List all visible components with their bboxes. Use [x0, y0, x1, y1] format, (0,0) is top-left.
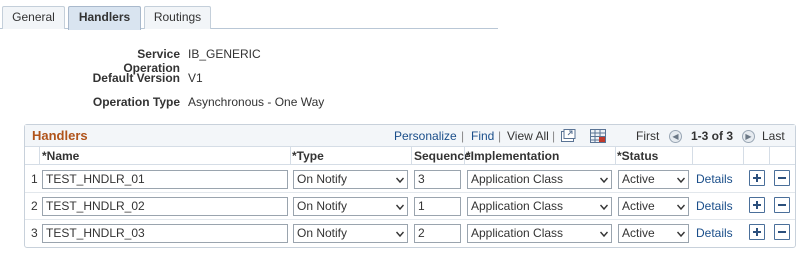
add-row-icon[interactable] — [749, 224, 765, 240]
chevron-down-icon — [600, 231, 608, 238]
details-link[interactable]: Details — [696, 172, 733, 186]
details-link[interactable]: Details — [696, 199, 733, 213]
find-link[interactable]: Find — [471, 129, 494, 143]
implementation-select-value: Application Class — [471, 199, 564, 213]
download-excel-icon[interactable] — [590, 129, 606, 143]
type-select[interactable]: On Notify — [293, 170, 408, 189]
chevron-down-icon — [677, 204, 685, 211]
row-number: 1 — [31, 172, 38, 186]
chevron-down-icon — [600, 177, 608, 184]
operation-type-value: Asynchronous - One Way — [188, 95, 325, 109]
separator: | — [552, 129, 556, 143]
tab-routings[interactable]: Routings — [144, 6, 211, 29]
chevron-down-icon — [396, 231, 404, 238]
chevron-down-icon — [600, 204, 608, 211]
col-header-status[interactable]: *Status — [617, 149, 658, 163]
prev-page-icon[interactable]: ◀ — [669, 130, 682, 143]
first-label: First — [636, 129, 660, 143]
col-header-name[interactable]: *Name — [42, 149, 79, 163]
status-select-value: Active — [622, 172, 655, 186]
page-range: 1-3 of 3 — [691, 129, 734, 143]
separator: | — [498, 129, 502, 143]
last-label: Last — [762, 129, 785, 143]
grid-title: Handlers — [32, 128, 88, 143]
default-version-value: V1 — [188, 71, 203, 85]
handler-name-input[interactable]: TEST_HNDLR_02 — [42, 197, 288, 216]
separator: | — [461, 129, 465, 143]
personalize-link[interactable]: Personalize — [394, 129, 457, 143]
sequence-input[interactable]: 1 — [414, 197, 461, 216]
implementation-select[interactable]: Application Class — [467, 197, 612, 216]
type-select-value: On Notify — [297, 226, 348, 240]
status-select[interactable]: Active — [618, 224, 689, 243]
add-row-icon[interactable] — [749, 197, 765, 213]
chevron-down-icon — [396, 177, 404, 184]
row-number: 3 — [31, 226, 38, 240]
chevron-down-icon — [677, 177, 685, 184]
row-number: 2 — [31, 199, 38, 213]
chevron-down-icon — [677, 231, 685, 238]
grid-toolbar: Handlers Personalize | Find | View All | — [25, 125, 795, 147]
tab-handlers[interactable]: Handlers — [68, 6, 141, 30]
type-select-value: On Notify — [297, 199, 348, 213]
sequence-input[interactable]: 3 — [414, 170, 461, 189]
delete-row-icon[interactable] — [774, 224, 790, 240]
default-version-label: Default Version — [92, 71, 180, 85]
implementation-select[interactable]: Application Class — [467, 224, 612, 243]
sequence-input[interactable]: 2 — [414, 224, 461, 243]
add-row-icon[interactable] — [749, 170, 765, 186]
implementation-select-value: Application Class — [471, 172, 564, 186]
chevron-down-icon — [396, 204, 404, 211]
type-select[interactable]: On Notify — [293, 224, 408, 243]
status-select-value: Active — [622, 199, 655, 213]
zoom-grid-icon[interactable] — [560, 129, 576, 143]
next-page-icon[interactable]: ▶ — [742, 130, 755, 143]
col-header-type[interactable]: *Type — [292, 149, 324, 163]
col-header-sequence[interactable]: Sequence — [414, 149, 471, 163]
tab-bar: General Handlers Routings — [0, 6, 498, 30]
type-select[interactable]: On Notify — [293, 197, 408, 216]
tab-general[interactable]: General — [2, 6, 65, 29]
view-all-link[interactable]: View All — [507, 129, 549, 143]
type-select-value: On Notify — [297, 172, 348, 186]
col-header-implementation[interactable]: *Implementation — [466, 149, 559, 163]
implementation-select[interactable]: Application Class — [467, 170, 612, 189]
delete-row-icon[interactable] — [774, 170, 790, 186]
implementation-select-value: Application Class — [471, 226, 564, 240]
handlers-grid: Handlers Personalize | Find | View All | — [24, 124, 796, 248]
delete-row-icon[interactable] — [774, 197, 790, 213]
status-select-value: Active — [622, 226, 655, 240]
column-header-row — [25, 147, 795, 165]
operation-type-label: Operation Type — [92, 95, 180, 109]
handler-name-input[interactable]: TEST_HNDLR_03 — [42, 224, 288, 243]
status-select[interactable]: Active — [618, 197, 689, 216]
handler-name-input[interactable]: TEST_HNDLR_01 — [42, 170, 288, 189]
status-select[interactable]: Active — [618, 170, 689, 189]
service-operation-value: IB_GENERIC — [188, 47, 261, 61]
details-link[interactable]: Details — [696, 226, 733, 240]
